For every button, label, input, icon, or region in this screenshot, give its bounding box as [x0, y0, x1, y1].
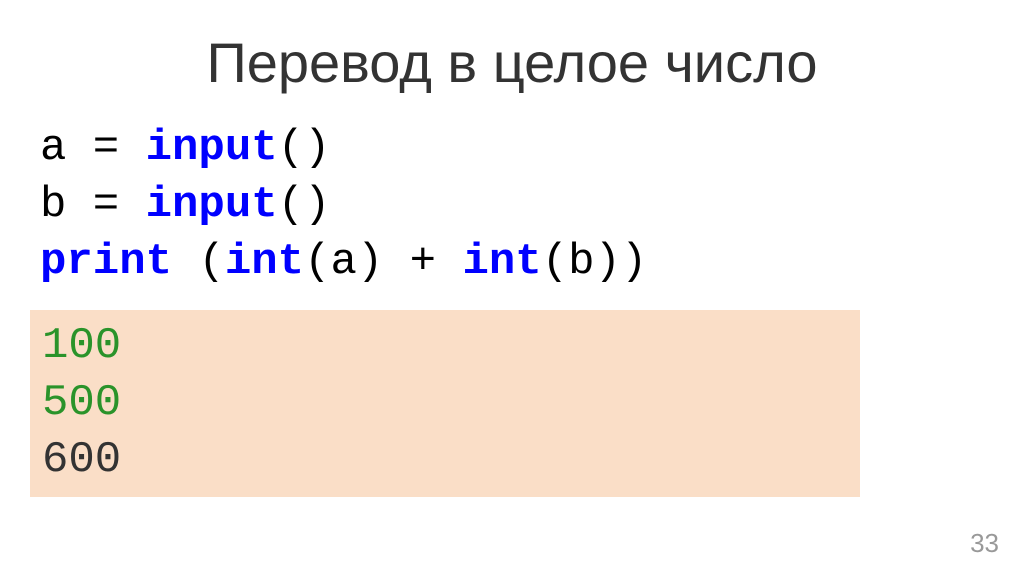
code-text: (	[172, 237, 225, 287]
slide-container: Перевод в целое число a = input() b = in…	[0, 0, 1024, 574]
page-number: 33	[970, 528, 999, 559]
code-line-1: a = input()	[40, 120, 994, 177]
slide-title: Перевод в целое число	[30, 30, 994, 95]
code-keyword-input: input	[146, 123, 278, 173]
output-box: 100 500 600	[30, 310, 860, 498]
code-text: ()	[278, 123, 331, 173]
output-input-2: 500	[42, 375, 848, 432]
code-text: (b))	[542, 237, 648, 287]
code-keyword-int: int	[463, 237, 542, 287]
output-result: 600	[42, 432, 848, 489]
code-block: a = input() b = input() print (int(a) + …	[30, 120, 994, 292]
output-input-1: 100	[42, 318, 848, 375]
code-line-3: print (int(a) + int(b))	[40, 234, 994, 291]
code-line-2: b = input()	[40, 177, 994, 234]
code-keyword-input: input	[146, 180, 278, 230]
code-text: b =	[40, 180, 146, 230]
code-text: ()	[278, 180, 331, 230]
code-keyword-int: int	[225, 237, 304, 287]
code-text: (a) +	[304, 237, 462, 287]
code-text: a =	[40, 123, 146, 173]
code-keyword-print: print	[40, 237, 172, 287]
